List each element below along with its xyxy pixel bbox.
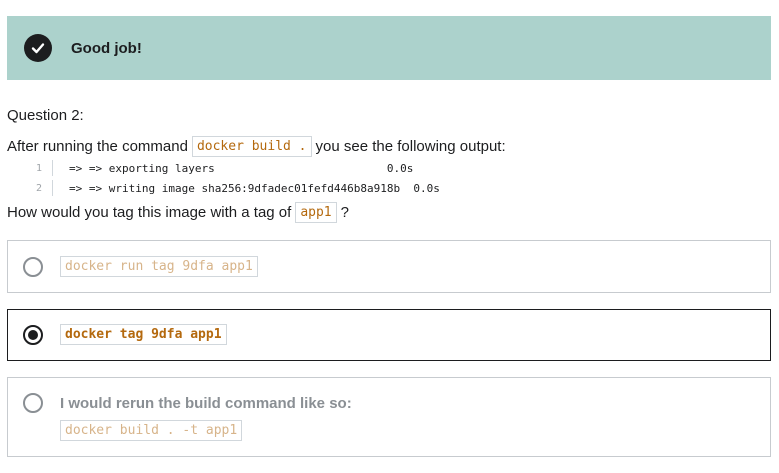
radio-button-icon[interactable] (23, 257, 43, 277)
prompt-inline-code: docker build . (191, 136, 312, 157)
radio-dot-icon (28, 330, 38, 340)
line-text: => => exporting layers 0.0s (69, 161, 414, 175)
check-circle-icon (24, 34, 52, 62)
line-text: => => writing image sha256:9dfadec01fefd… (69, 181, 440, 195)
prompt-text-after: you see the following output: (315, 138, 506, 155)
radio-button-icon[interactable] (23, 393, 43, 413)
ask-text-after: ? (340, 204, 349, 221)
feedback-title: Good job! (71, 39, 142, 57)
line-separator (52, 160, 53, 176)
answer-option-2[interactable]: docker tag 9dfa app1 (7, 309, 771, 361)
feedback-banner: Good job! (7, 16, 771, 80)
prompt-text-before: After running the command (7, 138, 188, 155)
option-code: docker run tag 9dfa app1 (60, 256, 258, 277)
radio-button-selected-icon[interactable] (23, 325, 43, 345)
line-number: 2 (35, 182, 42, 194)
line-separator (52, 180, 53, 196)
option-code: docker build . -t app1 (60, 420, 243, 441)
option-text: I would rerun the build command like so: (60, 395, 352, 412)
code-line: 1 => => exporting layers 0.0s (30, 158, 450, 178)
ask-inline-code: app1 (295, 202, 337, 223)
line-number: 1 (35, 162, 42, 174)
ask-text-before: How would you tag this image with a tag … (7, 204, 292, 221)
answer-option-1[interactable]: docker run tag 9dfa app1 (7, 240, 771, 293)
question-label: Question 2: (7, 107, 84, 124)
question-ask: How would you tag this image with a tag … (7, 202, 349, 223)
answer-option-3[interactable]: I would rerun the build command like so:… (7, 377, 771, 457)
code-line: 2 => => writing image sha256:9dfadec01fe… (30, 178, 450, 198)
question-prompt: After running the command docker build .… (7, 136, 506, 157)
code-block: 1 => => exporting layers 0.0s 2 => => wr… (30, 158, 450, 198)
option-code: docker tag 9dfa app1 (60, 324, 227, 345)
